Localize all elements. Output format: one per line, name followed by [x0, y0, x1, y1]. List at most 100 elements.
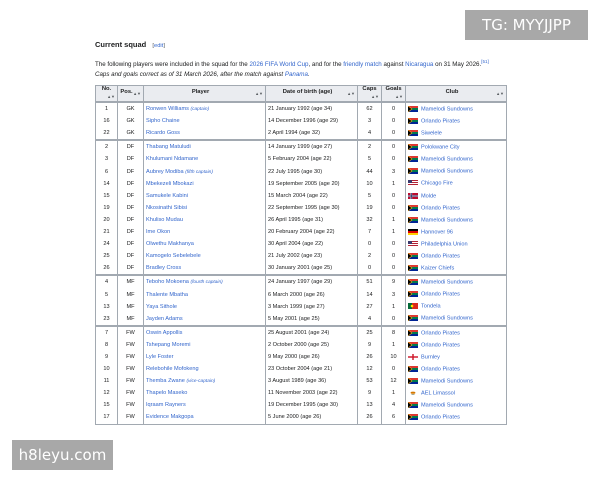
edit-link[interactable]: edit [154, 43, 163, 49]
player-link[interactable]: Oswin Appollis [146, 330, 182, 336]
club-link[interactable]: Mamelodi Sundowns [421, 316, 473, 322]
club-link[interactable]: Mamelodi Sundowns [421, 157, 473, 163]
player-dob: 22 July 1995 (age 30) [265, 165, 358, 178]
cy-flag-icon [408, 390, 418, 397]
player-link[interactable]: Thalente Mbatha [146, 292, 188, 298]
club-link[interactable]: Burnley [421, 354, 440, 360]
club-link[interactable]: Orlando Pirates [421, 415, 460, 421]
player-link[interactable]: Thabang Matuludi [146, 144, 191, 150]
player-link[interactable]: Aubrey Modiba [146, 169, 184, 175]
club-link[interactable]: Orlando Pirates [421, 205, 460, 211]
player-role-note: (fifth captain) [185, 169, 213, 175]
player-position: MF [117, 288, 144, 301]
player-link[interactable]: Thapelo Maseko [146, 390, 187, 396]
panama-link[interactable]: Panama [285, 71, 308, 78]
player-link[interactable]: Mbekezeli Mbokazi [146, 181, 194, 187]
club-link[interactable]: Orlando Pirates [421, 292, 460, 298]
table-row: 13 MF Yaya Sithole 3 March 1999 (age 27) 27 1… [95, 300, 507, 313]
club-link[interactable]: Orlando Pirates [421, 253, 460, 259]
club-link[interactable]: Mamelodi Sundowns [421, 280, 473, 286]
player-link[interactable]: Yaya Sithole [146, 304, 177, 310]
club-link[interactable]: Orlando Pirates [421, 342, 460, 348]
za-flag-icon [408, 204, 418, 211]
club-cell: Hannover 96 [405, 226, 507, 239]
club-link[interactable]: Tondela [421, 304, 441, 310]
club-link[interactable]: Mamelodi Sundowns [421, 106, 473, 112]
player-cell: Kamogelo Sebelebele [143, 250, 266, 263]
player-link[interactable]: Olwethu Makhanya [146, 241, 194, 247]
player-number: 25 [95, 250, 118, 263]
player-link[interactable]: Lyle Foster [146, 354, 173, 360]
player-link[interactable]: Ronwen Williams [146, 106, 189, 112]
player-link[interactable]: Khulumani Ndamane [146, 156, 198, 162]
player-link[interactable]: Jayden Adams [146, 316, 183, 322]
reference-link[interactable]: [51] [481, 59, 489, 64]
za-flag-icon [408, 156, 418, 163]
header-player[interactable]: Player ▲▼ [143, 85, 266, 103]
club-link[interactable]: Polokwane City [421, 145, 460, 151]
player-link[interactable]: Ime Okon [146, 229, 170, 235]
player-number: 10 [95, 363, 118, 376]
club-link[interactable]: Philadelphia Union [421, 241, 468, 247]
nicaragua-link[interactable]: Nicaragua [405, 61, 433, 68]
header-goals[interactable]: Goals ▲▼ [381, 85, 406, 103]
friendly-match-link[interactable]: friendly match [343, 61, 382, 68]
player-number: 22 [95, 127, 118, 141]
intro-text-1: The following players were included in t… [95, 61, 250, 69]
za-flag-icon [408, 117, 418, 124]
player-link[interactable]: Tshepang Moremi [146, 342, 190, 348]
player-number: 21 [95, 226, 118, 239]
sort-icon: ▲▼ [347, 91, 355, 97]
player-link[interactable]: Evidence Makgopa [146, 414, 194, 420]
player-link[interactable]: Relebohile Mofokeng [146, 366, 199, 372]
club-link[interactable]: Mamelodi Sundowns [421, 403, 473, 409]
player-link[interactable]: Kamogelo Sebelebele [146, 253, 201, 259]
header-caps[interactable]: Caps ▲▼ [357, 85, 382, 103]
player-link[interactable]: Ricardo Goss [146, 130, 180, 136]
header-pos[interactable]: Pos. ▲▼ [117, 85, 144, 103]
player-link[interactable]: Khuliso Mudau [146, 217, 183, 223]
header-no-label: No. [101, 86, 112, 93]
player-link[interactable]: Nkosinathi Sibisi [146, 205, 187, 211]
world-cup-link[interactable]: 2026 FIFA World Cup [249, 61, 308, 68]
player-dob: 22 September 1995 (age 30) [265, 201, 358, 214]
club-link[interactable]: Siwelele [421, 131, 442, 137]
club-link[interactable]: Orlando Pirates [421, 118, 460, 124]
club-link[interactable]: Chicago Fire [421, 181, 453, 187]
header-dob[interactable]: Date of birth (age) ▲▼ [265, 85, 358, 103]
player-role-note: (vice-captain) [186, 379, 216, 385]
club-link[interactable]: Mamelodi Sundowns [421, 169, 473, 175]
player-link[interactable]: Bradley Cross [146, 265, 181, 271]
table-row: 19 DF Nkosinathi Sibisi 22 September 1995 (… [95, 201, 507, 214]
player-position: MF [117, 312, 144, 326]
player-dob: 21 January 1992 (age 34) [265, 101, 358, 116]
club-link[interactable]: Kaizer Chiefs [421, 266, 454, 272]
player-cell: Thapelo Maseko [143, 387, 266, 400]
player-number: 1 [95, 101, 118, 116]
player-number: 26 [95, 262, 118, 276]
player-link[interactable]: Teboho Mokoena [146, 279, 189, 285]
player-link[interactable]: Themba Zwane [146, 378, 185, 384]
player-cell: Thabang Matuludi [143, 139, 266, 154]
header-no[interactable]: No. ▲▼ [95, 85, 118, 103]
club-link[interactable]: Hannover 96 [421, 229, 453, 235]
player-dob: 30 January 2001 (age 25) [265, 262, 358, 276]
club-link[interactable]: Molde [421, 193, 436, 199]
player-dob: 5 May 2001 (age 25) [265, 312, 358, 326]
section-heading: Current squad [edit] [95, 40, 515, 49]
header-club[interactable]: Club ▲▼ [405, 85, 507, 103]
player-link[interactable]: Iqraam Rayners [146, 402, 186, 408]
club-link[interactable]: Orlando Pirates [421, 366, 460, 372]
club-link[interactable]: Mamelodi Sundowns [421, 217, 473, 223]
player-link[interactable]: Sipho Chaine [146, 118, 180, 124]
player-position: DF [117, 139, 144, 154]
sort-icon: ▲▼ [107, 94, 115, 100]
player-cell: Ime Okon [143, 226, 266, 239]
club-link[interactable]: Mamelodi Sundowns [421, 378, 473, 384]
player-position: DF [117, 201, 144, 214]
player-goals: 0 [381, 363, 406, 376]
club-link[interactable]: AEL Limassol [421, 391, 455, 397]
club-link[interactable]: Orlando Pirates [421, 330, 460, 336]
player-caps: 5 [357, 153, 382, 166]
player-link[interactable]: Samukele Kabini [146, 193, 188, 199]
